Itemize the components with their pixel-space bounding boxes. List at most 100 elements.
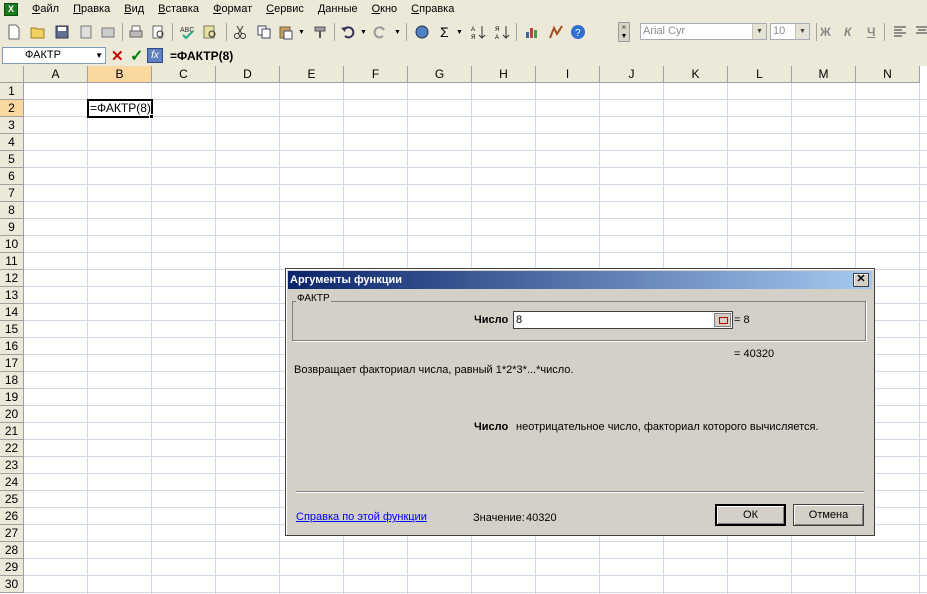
fill-handle[interactable] <box>149 114 154 119</box>
align-center-icon[interactable] <box>914 24 927 40</box>
permission-icon[interactable] <box>78 24 94 40</box>
column-header-c[interactable]: C <box>152 66 216 83</box>
collapse-dialog-icon[interactable] <box>714 313 731 327</box>
column-header-k[interactable]: K <box>664 66 728 83</box>
menu-tools[interactable]: Сервис <box>260 3 312 15</box>
row-header-11[interactable]: 11 <box>0 253 24 270</box>
new-document-icon[interactable] <box>6 24 22 40</box>
email-icon[interactable] <box>100 24 116 40</box>
row-header-26[interactable]: 26 <box>0 508 24 525</box>
row-header-6[interactable]: 6 <box>0 168 24 185</box>
close-icon[interactable]: ✕ <box>853 273 869 287</box>
column-header-a[interactable]: A <box>24 66 88 83</box>
active-cell-b2[interactable]: =ФАКТР(8) <box>87 99 153 118</box>
row-header-14[interactable]: 14 <box>0 304 24 321</box>
toolbar-options-icon[interactable]: » ▼ <box>618 22 630 42</box>
drawing-icon[interactable] <box>548 24 564 40</box>
menu-edit[interactable]: Правка <box>67 3 118 15</box>
excel-icon[interactable]: X <box>4 2 18 16</box>
font-name-select[interactable]: Arial Cyr ▼ <box>640 23 767 40</box>
research-icon[interactable] <box>202 24 218 40</box>
row-header-15[interactable]: 15 <box>0 321 24 338</box>
cut-icon[interactable] <box>232 24 248 40</box>
hyperlink-icon[interactable] <box>414 24 430 40</box>
row-header-28[interactable]: 28 <box>0 542 24 559</box>
row-header-12[interactable]: 12 <box>0 270 24 287</box>
insert-function-icon[interactable]: fx <box>147 48 163 63</box>
autosum-dropdown-icon[interactable]: ▼ <box>456 29 463 36</box>
column-header-n[interactable]: N <box>856 66 920 83</box>
row-header-24[interactable]: 24 <box>0 474 24 491</box>
row-header-20[interactable]: 20 <box>0 406 24 423</box>
row-header-1[interactable]: 1 <box>0 83 24 100</box>
font-size-dropdown-icon[interactable]: ▼ <box>795 24 809 39</box>
row-header-18[interactable]: 18 <box>0 372 24 389</box>
row-header-7[interactable]: 7 <box>0 185 24 202</box>
font-size-select[interactable]: 10 ▼ <box>770 23 810 40</box>
row-header-22[interactable]: 22 <box>0 440 24 457</box>
row-header-4[interactable]: 4 <box>0 134 24 151</box>
row-header-27[interactable]: 27 <box>0 525 24 542</box>
enter-icon[interactable]: ✓ <box>130 46 143 66</box>
sort-descending-icon[interactable]: ЯА <box>494 24 510 40</box>
row-header-13[interactable]: 13 <box>0 287 24 304</box>
name-box-dropdown-icon[interactable]: ▼ <box>95 48 103 63</box>
column-header-j[interactable]: J <box>600 66 664 83</box>
menu-format[interactable]: Формат <box>207 3 260 15</box>
underline-button[interactable]: Ч <box>867 25 875 39</box>
redo-dropdown-icon[interactable]: ▼ <box>394 29 401 36</box>
column-header-f[interactable]: F <box>344 66 408 83</box>
select-all-corner[interactable] <box>0 66 24 83</box>
row-header-25[interactable]: 25 <box>0 491 24 508</box>
chart-wizard-icon[interactable] <box>524 24 540 40</box>
row-header-30[interactable]: 30 <box>0 576 24 593</box>
column-header-e[interactable]: E <box>280 66 344 83</box>
undo-dropdown-icon[interactable]: ▼ <box>360 29 367 36</box>
ok-button[interactable]: ОК <box>715 504 786 526</box>
name-box[interactable]: ФАКТР ▼ <box>2 47 106 64</box>
row-header-17[interactable]: 17 <box>0 355 24 372</box>
row-header-21[interactable]: 21 <box>0 423 24 440</box>
number-argument-input[interactable]: 8 <box>513 311 733 329</box>
column-header-d[interactable]: D <box>216 66 280 83</box>
format-painter-icon[interactable] <box>312 24 328 40</box>
cancel-icon[interactable]: ✕ <box>111 47 124 65</box>
function-help-link[interactable]: Справка по этой функции <box>296 511 427 523</box>
menu-file[interactable]: Файл <box>26 3 67 15</box>
redo-icon[interactable] <box>372 24 388 40</box>
italic-button[interactable]: К <box>844 25 851 39</box>
row-header-16[interactable]: 16 <box>0 338 24 355</box>
menu-insert[interactable]: Вставка <box>152 3 207 15</box>
column-header-i[interactable]: I <box>536 66 600 83</box>
undo-icon[interactable] <box>340 24 356 40</box>
row-header-29[interactable]: 29 <box>0 559 24 576</box>
column-header-b[interactable]: B <box>88 66 152 83</box>
dialog-title-bar[interactable]: Аргументы функции ✕ <box>288 271 872 289</box>
paste-icon[interactable] <box>278 24 294 40</box>
font-name-dropdown-icon[interactable]: ▼ <box>752 24 766 39</box>
save-icon[interactable] <box>54 24 70 40</box>
column-header-l[interactable]: L <box>728 66 792 83</box>
column-header-m[interactable]: M <box>792 66 856 83</box>
menu-window[interactable]: Окно <box>366 3 406 15</box>
row-header-19[interactable]: 19 <box>0 389 24 406</box>
open-folder-icon[interactable] <box>30 24 46 40</box>
sort-ascending-icon[interactable]: AЯ <box>470 24 486 40</box>
paste-dropdown-icon[interactable]: ▼ <box>298 29 305 36</box>
copy-icon[interactable] <box>256 24 272 40</box>
row-header-23[interactable]: 23 <box>0 457 24 474</box>
bold-button[interactable]: Ж <box>820 25 831 39</box>
align-left-icon[interactable] <box>892 24 908 40</box>
spelling-icon[interactable]: ABC <box>180 24 196 40</box>
row-header-10[interactable]: 10 <box>0 236 24 253</box>
help-icon[interactable]: ? <box>570 24 586 40</box>
column-header-g[interactable]: G <box>408 66 472 83</box>
print-preview-icon[interactable] <box>150 24 166 40</box>
row-header-8[interactable]: 8 <box>0 202 24 219</box>
row-header-2[interactable]: 2 <box>0 100 24 117</box>
column-header-h[interactable]: H <box>472 66 536 83</box>
formula-input[interactable]: =ФАКТР(8) <box>170 46 233 66</box>
menu-view[interactable]: Вид <box>118 3 152 15</box>
row-header-9[interactable]: 9 <box>0 219 24 236</box>
row-header-5[interactable]: 5 <box>0 151 24 168</box>
